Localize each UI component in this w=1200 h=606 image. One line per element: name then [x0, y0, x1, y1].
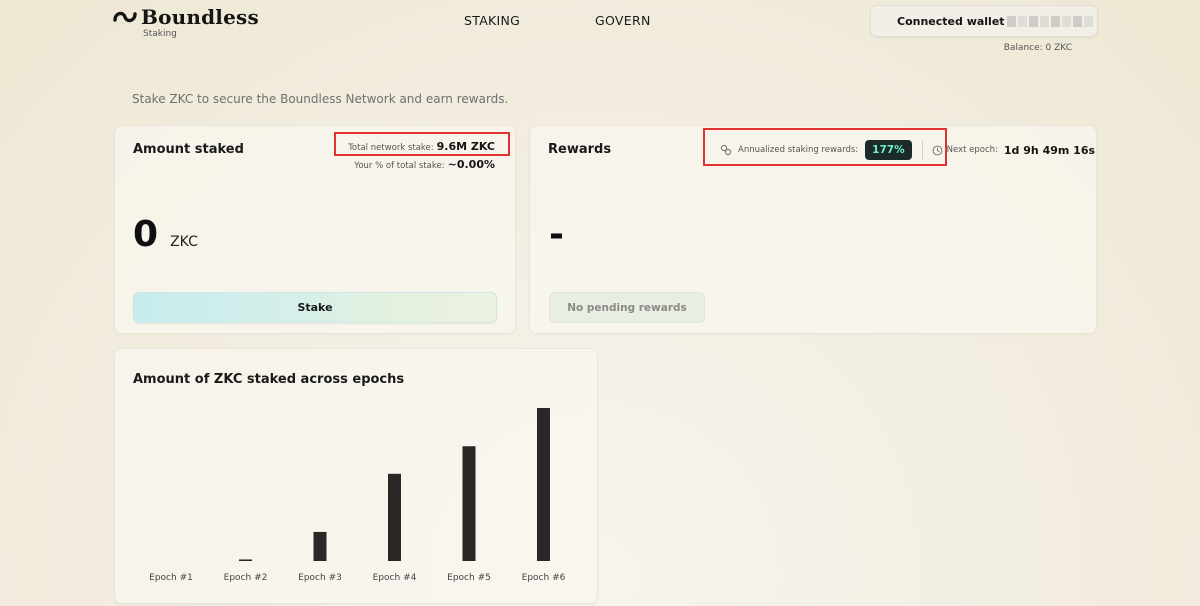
chart-bar-epoch-5 [462, 446, 476, 561]
next-epoch-countdown: 1d 9h 49m 16s [1003, 143, 1096, 157]
amount-staked-title: Amount staked [133, 142, 244, 157]
staked-amount-value: 0 [133, 214, 159, 255]
connected-wallet-button[interactable]: Connected wallet [870, 5, 1098, 37]
total-network-stake: Total network stake: 9.6M ZKC [348, 140, 495, 153]
staked-amount-unit: ZKC [170, 234, 198, 250]
chart-tick-label: Epoch #3 [298, 573, 342, 583]
rewards-value: - [549, 214, 564, 255]
chart-tick-label: Epoch #1 [149, 573, 193, 583]
clock-icon [932, 145, 943, 155]
no-pending-rewards-button: No pending rewards [549, 292, 705, 323]
page-tagline: Stake ZKC to secure the Boundless Networ… [132, 92, 509, 106]
chart-tick-label: Epoch #5 [447, 573, 491, 583]
wallet-address-redacted [1006, 15, 1093, 27]
total-network-stake-value: 9.6M ZKC [436, 140, 495, 153]
link-icon [720, 144, 732, 156]
chart-tick-label: Epoch #6 [522, 573, 566, 583]
your-stake-percentage: Your % of total stake: ~0.00% [354, 158, 495, 171]
your-stake-percentage-value: ~0.00% [447, 158, 495, 171]
rewards-meta: Annualized staking rewards: 177% Next ep… [720, 139, 1095, 161]
next-epoch-label: Next epoch: [946, 145, 998, 155]
your-stake-percentage-label: Your % of total stake: [354, 161, 445, 171]
staked-epochs-chart-card: Amount of ZKC staked across epochs Epoch… [114, 348, 598, 604]
total-network-stake-label: Total network stake: [348, 143, 434, 153]
rewards-card: Rewards Annualized staking rewards: 177%… [529, 125, 1097, 334]
chart-tick-label: Epoch #2 [224, 573, 268, 583]
staked-epochs-chart: Epoch #1 Epoch #2 Epoch #3 Epoch #4 Epoch #5… [149, 408, 566, 583]
stake-button[interactable]: Stake [133, 292, 497, 323]
chart-bar-epoch-4 [388, 473, 401, 561]
rewards-title: Rewards [548, 142, 612, 157]
staked-amount: 0 ZKC [133, 214, 198, 255]
meta-divider [921, 140, 923, 160]
chart-bar-epoch-6 [537, 408, 550, 561]
amount-staked-card: Amount staked Total network stake: 9.6M Z… [114, 125, 516, 334]
chart-bar-epoch-3 [313, 531, 327, 561]
chart-bar-epoch-2 [239, 559, 252, 561]
nav-govern[interactable]: GOVERN [595, 13, 651, 28]
wallet-balance: Balance: 0 ZKC [1003, 43, 1072, 53]
nav-staking[interactable]: STAKING [464, 13, 520, 28]
chart-tick-label: Epoch #4 [373, 573, 417, 583]
apr-label: Annualized staking rewards: [738, 145, 859, 155]
apr-badge: 177% [865, 140, 912, 160]
wallet-label: Connected wallet [897, 14, 1005, 28]
